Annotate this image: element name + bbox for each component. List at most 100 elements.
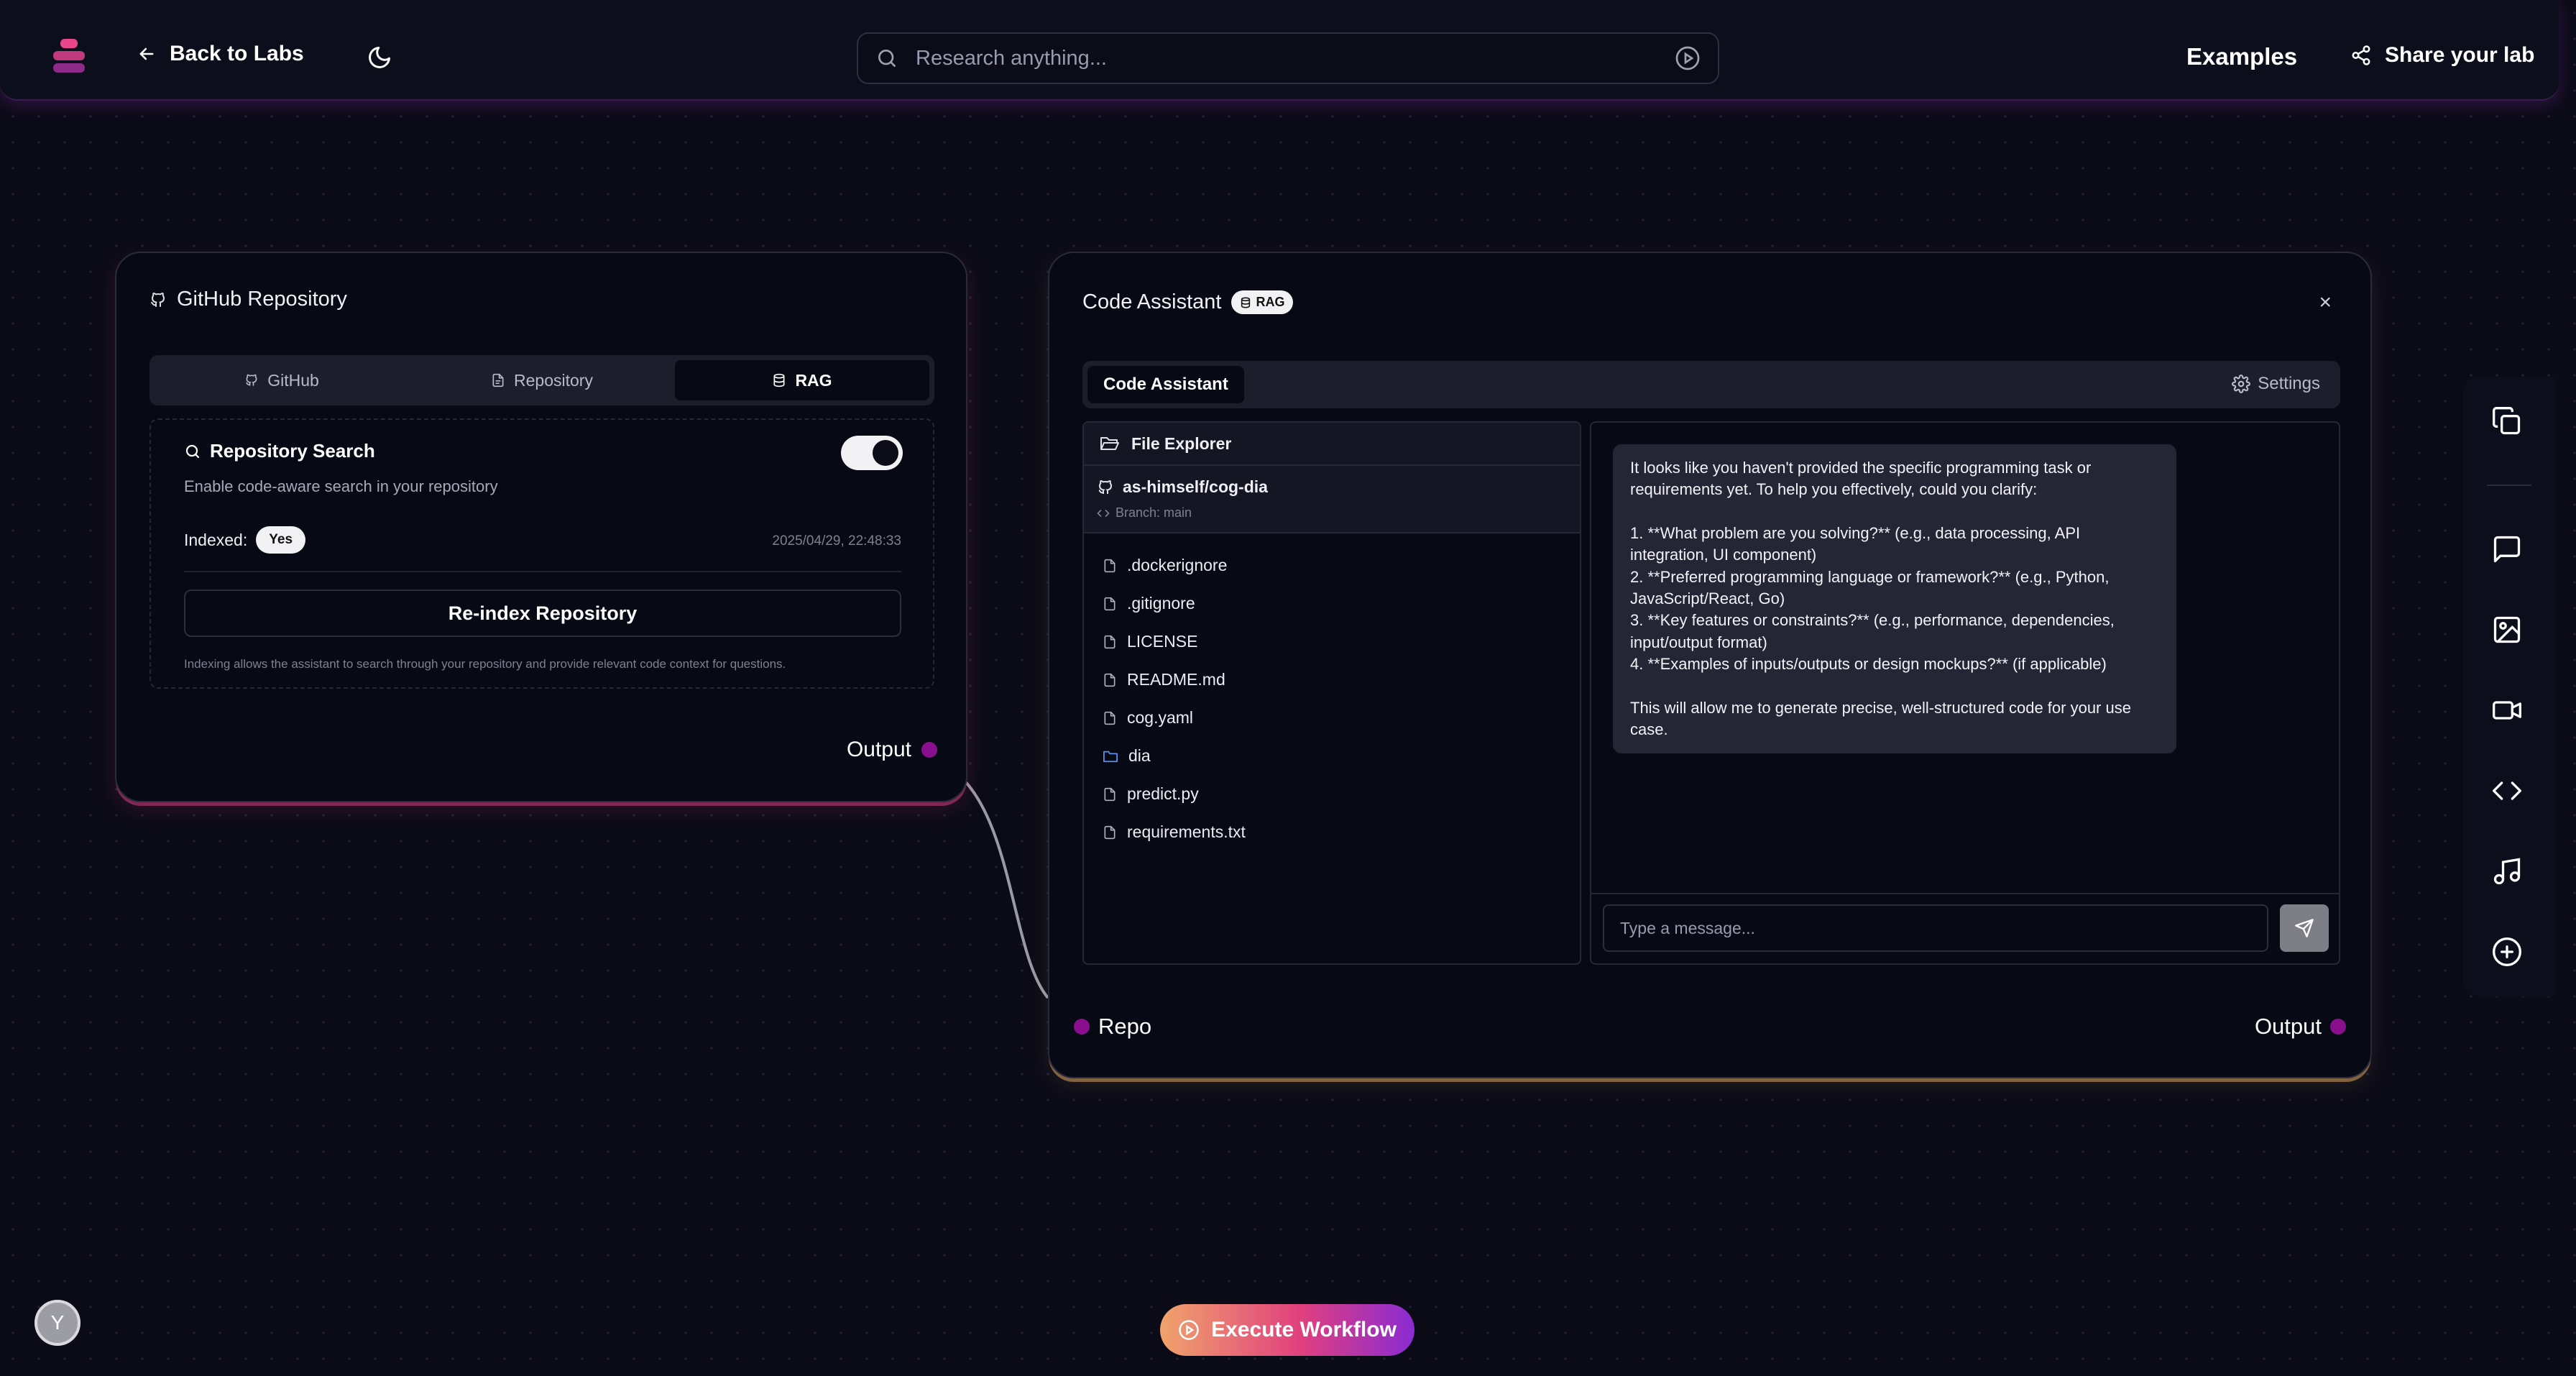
folder-item[interactable]: dia — [1084, 737, 1580, 775]
tab-code-assistant[interactable]: Code Assistant — [1087, 366, 1244, 403]
node-tools-sidebar — [2462, 377, 2556, 996]
file-name: LICENSE — [1127, 632, 1198, 651]
share-icon — [2350, 45, 2372, 66]
file-icon — [1103, 786, 1117, 802]
repo-name[interactable]: as-himself/cog-dia — [1123, 477, 1268, 497]
moon-icon — [367, 45, 392, 70]
execute-workflow-button[interactable]: Execute Workflow — [1160, 1304, 1414, 1356]
file-item[interactable]: .dockerignore — [1084, 546, 1580, 584]
code-icon[interactable] — [2491, 775, 2523, 807]
repository-search-title: Repository Search — [210, 440, 375, 462]
file-item[interactable]: requirements.txt — [1084, 813, 1580, 851]
output-port-label: Output — [846, 738, 911, 761]
code-assistant-node[interactable]: Code Assistant RAG × Code Assistant Sett… — [1048, 252, 2372, 1078]
indexed-badge: Yes — [256, 526, 306, 554]
share-lab-label: Share your lab — [2385, 43, 2535, 67]
database-icon — [772, 373, 786, 387]
github-icon — [150, 291, 167, 308]
settings-button[interactable]: Settings — [2232, 374, 2320, 394]
tab-repository-label: Repository — [514, 370, 593, 390]
rag-badge: RAG — [1231, 290, 1294, 314]
output-port-label: Output — [2254, 1014, 2322, 1039]
share-lab-button[interactable]: Share your lab — [2350, 43, 2534, 68]
repo-info: as-himself/cog-dia Branch: main — [1084, 466, 1580, 533]
music-icon[interactable] — [2491, 856, 2523, 887]
theme-toggle-button[interactable] — [367, 45, 392, 70]
message-input[interactable]: Type a message... — [1603, 904, 2268, 952]
node-title: GitHub Repository — [150, 288, 347, 311]
output-port[interactable]: Output — [847, 738, 937, 762]
database-icon — [1240, 297, 1251, 308]
folder-icon — [1103, 749, 1118, 763]
file-icon — [1103, 596, 1117, 612]
back-to-labs-label: Back to Labs — [170, 42, 304, 65]
user-avatar[interactable]: Y — [34, 1300, 80, 1346]
branch-label: Branch: main — [1116, 505, 1192, 520]
file-explorer: File Explorer as-himself/cog-dia Branch:… — [1082, 421, 1581, 965]
tab-github[interactable]: GitHub — [155, 360, 409, 400]
github-repository-node[interactable]: GitHub Repository GitHub Repository RAG — [115, 252, 967, 802]
code-icon — [1097, 507, 1110, 520]
file-item[interactable]: predict.py — [1084, 775, 1580, 813]
image-icon[interactable] — [2491, 614, 2523, 646]
tab-repository[interactable]: Repository — [415, 360, 669, 400]
chat-icon[interactable] — [2491, 533, 2523, 565]
repo-input-port[interactable]: Repo — [1074, 1014, 1151, 1040]
file-item[interactable]: LICENSE — [1084, 623, 1580, 661]
indexed-status: Indexed: Yes — [184, 526, 306, 554]
assistant-message: It looks like you haven't provided the s… — [1613, 444, 2176, 754]
file-item[interactable]: cog.yaml — [1084, 699, 1580, 737]
file-item[interactable]: .gitignore — [1084, 584, 1580, 623]
file-name: predict.py — [1127, 784, 1199, 803]
file-icon — [491, 373, 505, 387]
close-icon[interactable]: × — [2319, 290, 2332, 315]
send-icon — [2294, 918, 2314, 938]
file-icon — [1103, 558, 1117, 574]
file-explorer-header: File Explorer — [1084, 423, 1580, 466]
search-input[interactable]: Research anything... — [916, 47, 1657, 70]
rag-settings-panel: Repository Search Enable code-aware sear… — [150, 418, 934, 689]
code-assistant-title: Code Assistant — [1082, 290, 1222, 313]
folder-name: dia — [1128, 746, 1151, 765]
node-title: Code Assistant RAG — [1082, 290, 1294, 314]
file-icon — [1103, 825, 1117, 840]
chat-panel: It looks like you haven't provided the s… — [1590, 421, 2340, 965]
file-item[interactable]: README.md — [1084, 661, 1580, 699]
file-name: cog.yaml — [1127, 708, 1194, 727]
github-icon — [1097, 479, 1114, 496]
output-port-handle[interactable] — [921, 742, 937, 758]
message-intro: It looks like you haven't provided the s… — [1630, 459, 2092, 499]
folder-open-icon — [1100, 435, 1120, 452]
rag-badge-label: RAG — [1256, 295, 1285, 309]
file-name: README.md — [1127, 670, 1225, 689]
play-circle-icon[interactable] — [1675, 45, 1701, 71]
settings-label: Settings — [2258, 374, 2320, 393]
divider — [1591, 893, 2339, 894]
add-icon[interactable] — [2491, 936, 2523, 968]
output-port[interactable]: Output — [2255, 1014, 2346, 1040]
arrow-left-icon — [137, 44, 157, 64]
repository-search-toggle[interactable] — [841, 436, 903, 470]
copy-icon[interactable] — [2491, 405, 2523, 437]
repository-search-description: Enable code-aware search in your reposit… — [184, 477, 498, 495]
back-to-labs-button[interactable]: Back to Labs — [137, 42, 304, 66]
output-port-handle[interactable] — [2330, 1019, 2346, 1035]
indexed-label: Indexed: — [184, 530, 248, 549]
reindex-repository-button[interactable]: Re-index Repository — [184, 590, 901, 637]
message-outro: This will allow me to generate precise, … — [1630, 698, 2131, 739]
divider — [184, 571, 901, 572]
app-logo[interactable] — [50, 39, 88, 73]
tab-rag[interactable]: RAG — [675, 360, 929, 400]
send-button[interactable] — [2280, 904, 2329, 952]
input-port-handle[interactable] — [1074, 1019, 1090, 1035]
examples-link[interactable]: Examples — [2186, 43, 2297, 70]
github-node-title: GitHub Repository — [177, 288, 347, 311]
tab-rag-label: RAG — [795, 370, 832, 390]
divider — [2487, 485, 2531, 486]
video-icon[interactable] — [2491, 694, 2523, 726]
message-item: 4. **Examples of inputs/outputs or desig… — [1630, 655, 2107, 674]
message-item: 1. **What problem are you solving?** (e.… — [1630, 523, 2081, 564]
research-search-bar[interactable]: Research anything... — [857, 32, 1719, 84]
file-list: .dockerignore .gitignore LICENSE README.… — [1084, 533, 1580, 851]
file-name: .dockerignore — [1127, 556, 1228, 574]
